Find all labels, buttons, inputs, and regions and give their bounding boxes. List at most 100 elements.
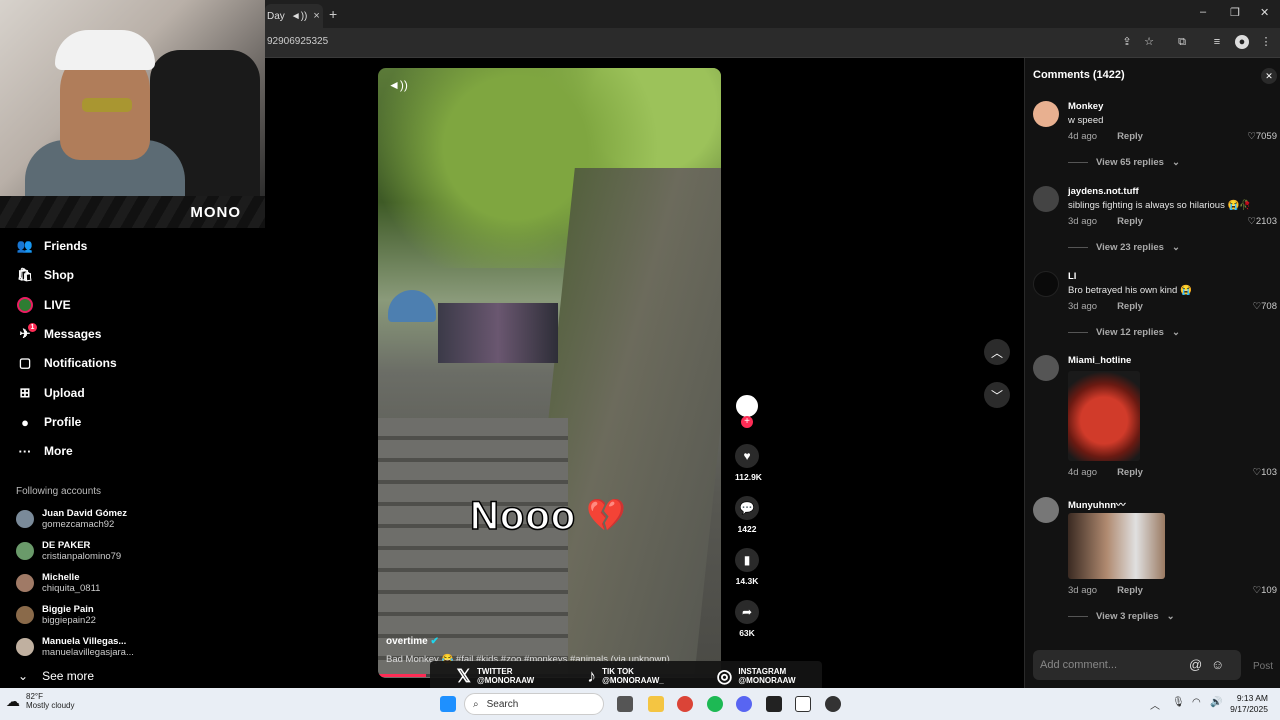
avatar[interactable] — [1033, 101, 1059, 127]
heart-outline-icon: ♡ — [1247, 216, 1256, 227]
following-account[interactable]: Biggie Pain biggiepain22 — [16, 601, 96, 629]
sidebar-item-live[interactable]: LIVE — [16, 294, 71, 316]
comment-user[interactable]: Miami_hotline — [1068, 355, 1131, 366]
profile-avatar-icon[interactable]: ● — [1235, 35, 1249, 49]
avatar[interactable] — [1033, 355, 1059, 381]
tray-chevron-icon[interactable]: ︿ — [1150, 697, 1160, 712]
taskbar-clock[interactable]: 9:13 AM 9/17/2025 — [1230, 693, 1268, 715]
reply-button[interactable]: Reply — [1117, 131, 1143, 142]
obs-icon[interactable] — [766, 696, 782, 712]
avatar[interactable] — [1033, 186, 1059, 212]
tab-audio-icon[interactable]: ◄)) — [291, 11, 308, 22]
following-account[interactable]: Juan David Gómez gomezcamach92 — [16, 505, 127, 533]
comment-sticker-image[interactable] — [1068, 513, 1165, 579]
post-button[interactable]: Post — [1253, 661, 1273, 672]
close-window-button[interactable]: ✕ — [1260, 6, 1269, 19]
install-app-icon[interactable]: ⇪ — [1120, 35, 1134, 49]
account-handle: cristianpalomino79 — [42, 551, 122, 562]
speaker-icon[interactable]: 🔊 — [1210, 697, 1222, 708]
extensions-icon[interactable]: ⧉ — [1175, 35, 1189, 49]
comment-sticker-image[interactable] — [1068, 371, 1140, 461]
comment-user[interactable]: jaydens.not.tuff — [1068, 186, 1139, 197]
browser-menu-icon[interactable]: ⋮ — [1259, 35, 1273, 49]
comment-button[interactable]: 💬 1422 — [735, 496, 759, 534]
comment-likes[interactable]: ♡103 — [1253, 467, 1277, 478]
notion-icon[interactable] — [795, 696, 811, 712]
previous-video-button[interactable]: ︿ — [984, 339, 1010, 365]
task-view-icon[interactable] — [617, 696, 633, 712]
taskbar-search[interactable]: ⌕ Search — [464, 693, 604, 715]
media-controls-icon[interactable]: ≡ — [1210, 35, 1224, 49]
like-button[interactable]: ♥ 112.9K — [735, 444, 762, 482]
microphone-icon[interactable]: 🎙 — [1172, 697, 1185, 708]
sidebar-item-profile[interactable]: ● Profile — [16, 411, 81, 433]
comment-user[interactable]: Munyuhnn〰 — [1068, 497, 1126, 511]
comment-text: w speed — [1068, 115, 1104, 126]
profile-icon: ● — [21, 414, 29, 430]
sidebar-item-label: Profile — [44, 415, 82, 429]
messages-icon: ✈ 1 — [16, 323, 37, 343]
browser-tab-strip: Day ◄)) × + – ❐ ✕ — [265, 0, 1280, 28]
avatar[interactable] — [1033, 497, 1059, 523]
account-handle: biggiepain22 — [42, 615, 96, 626]
chevron-down-icon: ⌄ — [1171, 327, 1180, 338]
wifi-icon[interactable]: ◠ — [1192, 697, 1201, 708]
browser-tab[interactable]: Day ◄)) × — [265, 4, 323, 28]
spotify-icon[interactable] — [707, 696, 723, 712]
reply-button[interactable]: Reply — [1117, 301, 1143, 312]
minimize-button[interactable]: – — [1200, 6, 1206, 18]
sidebar-item-friends[interactable]: 👥 Friends — [16, 235, 87, 257]
following-account[interactable]: DE PAKER cristianpalomino79 — [16, 537, 121, 565]
creator-avatar[interactable] — [736, 395, 758, 417]
bookmark-star-icon[interactable]: ☆ — [1142, 35, 1156, 49]
new-tab-button[interactable]: + — [329, 6, 337, 22]
mention-icon[interactable]: @ — [1189, 657, 1202, 672]
follow-plus-icon[interactable]: + — [741, 416, 753, 428]
url-field[interactable]: 92906925325 — [267, 36, 328, 47]
video-progress-fill — [378, 674, 427, 677]
sidebar-item-messages[interactable]: ✈ 1 Messages — [16, 323, 101, 345]
comment-likes[interactable]: ♡2103 — [1247, 216, 1277, 227]
comment-likes[interactable]: ♡109 — [1253, 585, 1277, 596]
close-tab-icon[interactable]: × — [313, 10, 319, 22]
comment-user[interactable]: Monkey — [1068, 101, 1103, 112]
share-button[interactable]: ➦ 63K — [735, 600, 759, 638]
comment-likes[interactable]: ♡7059 — [1247, 131, 1277, 142]
sidebar-item-upload[interactable]: ⊞ Upload — [16, 382, 85, 404]
see-more-button[interactable]: ⌄ See more — [18, 669, 94, 683]
reply-button[interactable]: Reply — [1117, 467, 1143, 478]
avatar[interactable] — [1033, 271, 1059, 297]
following-account[interactable]: Manuela Villegas... manuelavillegasjara..… — [16, 633, 134, 661]
video-crowd — [438, 303, 558, 363]
windows-start-icon[interactable] — [440, 696, 456, 712]
reply-button[interactable]: Reply — [1117, 585, 1143, 596]
view-replies-button[interactable]: View 12 replies ⌄ — [1068, 327, 1180, 338]
sidebar-item-shop[interactable]: 🛍 Shop — [16, 264, 74, 286]
account-name: DE PAKER — [42, 540, 91, 551]
save-button[interactable]: ▮ 14.3K — [735, 548, 759, 586]
video-author[interactable]: overtime ✔ — [386, 636, 439, 647]
maximize-button[interactable]: ❐ — [1230, 6, 1240, 19]
close-icon[interactable]: ✕ — [1261, 68, 1277, 84]
comment-user[interactable]: Ll — [1068, 271, 1076, 282]
video-player[interactable]: ◄)) Nooo 💔 overtime ✔ Bad Monkey 😂 #fail… — [378, 68, 721, 678]
view-replies-button[interactable]: View 23 replies ⌄ — [1068, 242, 1180, 253]
app-icon[interactable] — [825, 696, 841, 712]
discord-icon[interactable] — [736, 696, 752, 712]
file-explorer-icon[interactable] — [648, 696, 664, 712]
comment-likes[interactable]: ♡708 — [1253, 301, 1277, 312]
sidebar-item-more[interactable]: ··· More — [16, 440, 73, 462]
view-replies-button[interactable]: View 3 replies ⌄ — [1068, 611, 1175, 622]
next-video-button[interactable]: ﹀ — [984, 382, 1010, 408]
messages-badge: 1 — [28, 323, 37, 332]
reply-button[interactable]: Reply — [1117, 216, 1143, 227]
sidebar-item-notifications[interactable]: ▢ Notifications — [16, 352, 117, 374]
view-replies-button[interactable]: View 65 replies ⌄ — [1068, 157, 1180, 168]
chrome-icon[interactable] — [677, 696, 693, 712]
following-account[interactable]: Michelle chiquita_0811 — [16, 569, 100, 597]
sidebar-item-label: Notifications — [44, 356, 117, 370]
weather-widget[interactable]: ☁ 82°F Mostly cloudy — [6, 692, 74, 710]
add-comment-input[interactable]: Add comment... — [1033, 650, 1241, 680]
volume-icon[interactable]: ◄)) — [388, 78, 408, 92]
emoji-icon[interactable]: ☺ — [1211, 657, 1224, 672]
